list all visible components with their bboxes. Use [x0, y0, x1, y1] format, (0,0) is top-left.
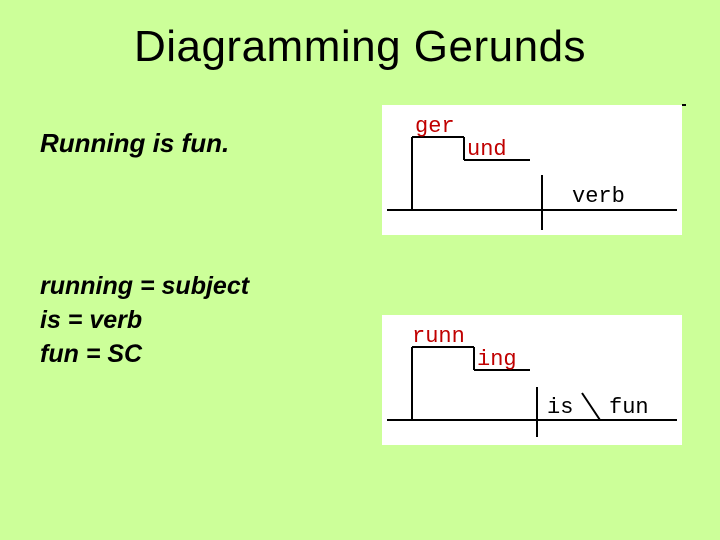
- diagram1-word-lower: und: [467, 137, 507, 162]
- example-sentence: Running is fun.: [40, 128, 229, 159]
- diagram1-word-upper: ger: [415, 114, 455, 139]
- analysis-line-subject: running = subject: [40, 270, 249, 304]
- diagram-generic-gerund: ger und verb: [382, 105, 682, 235]
- analysis-line-verb: is = verb: [40, 304, 249, 338]
- slide-title: Diagramming Gerunds: [0, 22, 720, 72]
- diagram2-word-upper: runn: [412, 324, 465, 349]
- diagram2-verb: is: [547, 395, 573, 420]
- analysis-line-sc: fun = SC: [40, 338, 249, 372]
- diagram1-verb-label: verb: [572, 184, 625, 209]
- diagram2-sc: fun: [609, 395, 649, 420]
- diagram2-word-lower: ing: [477, 347, 517, 372]
- parse-analysis: running = subject is = verb fun = SC: [40, 270, 249, 371]
- diagram-mark: [682, 104, 686, 106]
- diagram-running-is-fun: runn ing is fun: [382, 315, 682, 445]
